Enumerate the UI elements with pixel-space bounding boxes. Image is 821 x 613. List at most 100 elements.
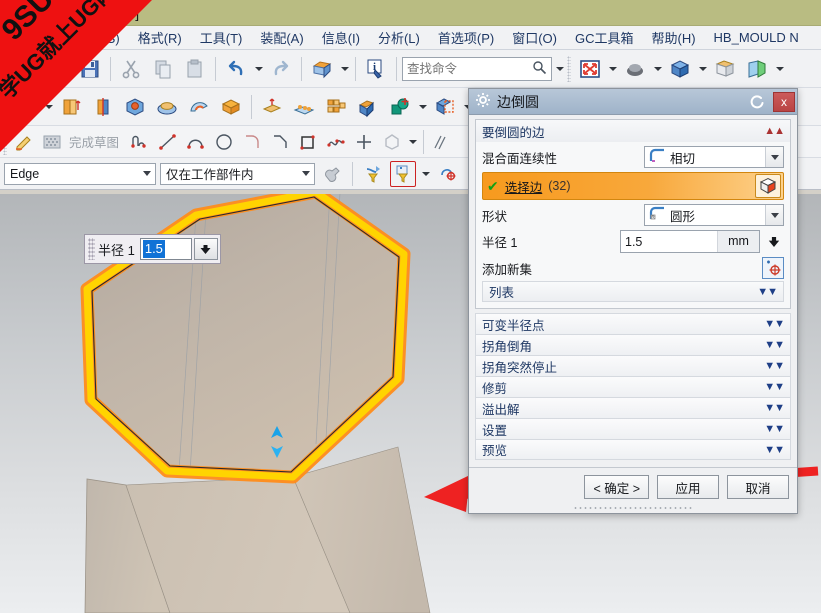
rotate-view-caret[interactable] xyxy=(652,55,663,83)
ok-button[interactable]: < 确定 > xyxy=(584,475,649,499)
menu-insert[interactable]: 插入(S) xyxy=(67,25,128,50)
menu-hb-mould[interactable]: HB_MOULD N xyxy=(705,27,808,48)
fillet-icon[interactable] xyxy=(239,129,265,155)
chevron-down-icon[interactable]: ▼▼ xyxy=(764,444,785,456)
redo-icon[interactable] xyxy=(266,54,296,84)
chevron-down-icon[interactable]: ▼▼ xyxy=(764,402,785,414)
snap-filter-caret[interactable] xyxy=(420,160,431,188)
edge-blend-icon[interactable] xyxy=(216,92,246,122)
onscreen-radius-input[interactable]: 半径 1 1.5 xyxy=(84,234,221,264)
chevron-down-icon[interactable]: ▼▼ xyxy=(764,318,785,330)
chevron-down-icon[interactable] xyxy=(765,205,783,225)
undo-icon[interactable] xyxy=(221,54,251,84)
pattern-icon[interactable] xyxy=(289,92,319,122)
render-caret[interactable] xyxy=(774,55,785,83)
studio-spline-icon[interactable] xyxy=(323,129,349,155)
datum-caret[interactable] xyxy=(43,93,54,121)
rectangle-icon[interactable] xyxy=(295,129,321,155)
fit-view-caret[interactable] xyxy=(607,55,618,83)
trim-body-icon[interactable] xyxy=(430,92,460,122)
snap-point-icon[interactable] xyxy=(319,161,345,187)
datum-plane-icon[interactable] xyxy=(11,92,41,122)
snap-toggle-icon[interactable] xyxy=(435,161,461,187)
selection-scope-filter[interactable]: 仅在工作部件内 xyxy=(160,162,315,185)
sketch-create-icon[interactable] xyxy=(11,129,37,155)
menu-preferences[interactable]: 首选项(P) xyxy=(429,25,503,50)
spin-down-icon[interactable] xyxy=(193,238,218,260)
apply-button[interactable]: 应用 xyxy=(657,475,719,499)
toolbar-grip[interactable] xyxy=(3,93,7,120)
dialog-resize-grip[interactable] xyxy=(469,503,797,513)
list-subsection[interactable]: 列表 ▼▼ xyxy=(482,281,784,302)
toolbar-grip[interactable] xyxy=(3,128,7,155)
menu-information[interactable]: 信息(I) xyxy=(313,25,369,50)
shaded-cube-caret[interactable] xyxy=(697,55,708,83)
info-icon[interactable]: i xyxy=(361,54,391,84)
curve-rule-filter-icon[interactable] xyxy=(360,161,386,187)
chevron-down-icon[interactable]: ▼▼ xyxy=(757,286,778,298)
section-corner-setback[interactable]: 拐角倒角 ▼▼ xyxy=(475,334,791,355)
chevron-down-icon[interactable]: ▼▼ xyxy=(764,381,785,393)
edge-blend-dialog[interactable]: 边倒圆 x 要倒圆的边 ▲▲ 混合面连续性 相切 ✔ 选择边 (32) 形状 R… xyxy=(468,88,798,514)
extrude-icon[interactable] xyxy=(56,92,86,122)
search-input[interactable] xyxy=(407,61,532,76)
groove-icon[interactable] xyxy=(184,92,214,122)
search-dropdown-caret[interactable] xyxy=(554,55,565,83)
radius-unit[interactable]: mm xyxy=(717,231,759,252)
section-trim[interactable]: 修剪 ▼▼ xyxy=(475,376,791,397)
onscreen-input-grip[interactable] xyxy=(88,238,95,260)
select-edge-row[interactable]: ✔ 选择边 (32) xyxy=(482,172,784,200)
point-icon[interactable] xyxy=(351,129,377,155)
shell-icon[interactable] xyxy=(353,92,383,122)
spin-down-icon[interactable] xyxy=(764,230,784,253)
save-icon[interactable] xyxy=(75,54,105,84)
arc-icon[interactable] xyxy=(183,129,209,155)
menu-assemblies[interactable]: 装配(A) xyxy=(251,25,312,50)
unite-icon[interactable] xyxy=(385,92,415,122)
shape-combo[interactable]: R 圆形 xyxy=(644,204,784,226)
draft-icon[interactable] xyxy=(257,92,287,122)
chevron-down-icon[interactable] xyxy=(297,164,314,184)
new-file-icon[interactable] xyxy=(11,54,41,84)
toolbar-grip[interactable] xyxy=(3,55,7,82)
fit-view-icon[interactable] xyxy=(575,54,605,84)
menu-format[interactable]: 格式(R) xyxy=(129,25,191,50)
selection-type-filter[interactable]: Edge xyxy=(4,162,156,185)
snap-filter-icon[interactable] xyxy=(390,160,416,187)
chevron-down-icon[interactable] xyxy=(138,164,155,184)
chevron-up-icon[interactable]: ▲▲ xyxy=(764,125,785,137)
sketch-block-icon[interactable] xyxy=(307,54,337,84)
section-stop-short-of-corner[interactable]: 拐角突然停止 ▼▼ xyxy=(475,355,791,376)
rotate-view-icon[interactable] xyxy=(620,54,650,84)
menu-tools[interactable]: 工具(T) xyxy=(191,25,252,50)
render-style-icon[interactable] xyxy=(710,54,740,84)
open-folder-icon[interactable] xyxy=(43,54,73,84)
paste-icon[interactable] xyxy=(180,54,210,84)
undo-dropdown-caret[interactable] xyxy=(253,55,264,83)
offset-curve-icon[interactable] xyxy=(429,129,455,155)
add-set-icon[interactable] xyxy=(762,257,784,279)
boss-icon[interactable] xyxy=(152,92,182,122)
hole-icon[interactable] xyxy=(120,92,150,122)
chevron-down-icon[interactable]: ▼▼ xyxy=(764,423,785,435)
toolbar-grip[interactable] xyxy=(567,55,571,82)
chamfer-icon[interactable] xyxy=(267,129,293,155)
cancel-button[interactable]: 取消 xyxy=(727,475,789,499)
block-dropdown-caret[interactable] xyxy=(339,55,350,83)
unite-caret[interactable] xyxy=(417,93,428,121)
dialog-titlebar[interactable]: 边倒圆 x xyxy=(469,89,797,115)
chevron-down-icon[interactable]: ▼▼ xyxy=(764,339,785,351)
reset-icon[interactable] xyxy=(747,92,767,112)
revolve-icon[interactable] xyxy=(88,92,118,122)
select-body-icon[interactable] xyxy=(755,174,781,198)
circle-icon[interactable] xyxy=(211,129,237,155)
section-icon[interactable] xyxy=(742,54,772,84)
menu-view[interactable]: 视图(V) xyxy=(6,25,67,50)
menu-analysis[interactable]: 分析(L) xyxy=(369,25,429,50)
section-variable-radius-points[interactable]: 可变半径点 ▼▼ xyxy=(475,313,791,334)
group-edges-header[interactable]: 要倒圆的边 ▲▲ xyxy=(476,120,790,142)
profile-icon[interactable] xyxy=(127,129,153,155)
menu-help[interactable]: 帮助(H) xyxy=(643,25,705,50)
cut-icon[interactable] xyxy=(116,54,146,84)
polygon-icon[interactable] xyxy=(379,129,405,155)
